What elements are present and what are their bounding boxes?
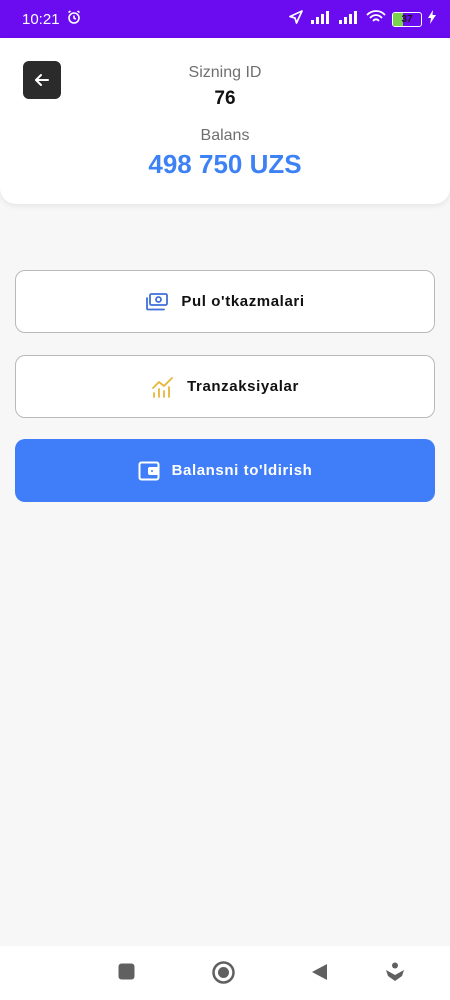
status-right: 37 [288,9,436,30]
user-id-value: 76 [214,88,236,109]
transfers-label: Pul o'tkazmalari [181,293,305,310]
battery-icon: 37 [392,11,422,27]
money-bills-icon [146,292,169,310]
triangle-back-icon [312,964,327,980]
status-time: 10:21 [22,10,60,28]
system-navigation-bar [0,946,450,1000]
status-bar: 10:21 37 [0,0,450,38]
chart-trend-icon [152,376,173,398]
balance-value: 498 750 UZS [148,149,302,179]
square-icon [118,963,135,980]
balance-label: Balans [200,127,250,144]
battery-level: 37 [401,13,413,25]
home-button[interactable] [212,961,235,984]
back-nav-button[interactable] [311,963,328,981]
signal-icon [310,10,332,29]
status-left: 10:21 [22,9,82,29]
wifi-icon [366,9,386,29]
assistant-button[interactable] [385,962,405,982]
circle-icon [212,961,235,984]
charging-icon [428,9,436,29]
alarm-icon [66,9,82,29]
transfers-button[interactable]: Pul o'tkazmalari [15,270,435,333]
user-id-label: Sizning ID [188,64,262,81]
assistant-icon [386,962,404,981]
wallet-icon [138,461,160,480]
recent-apps-button[interactable] [118,963,135,980]
signal-icon-secondary [338,10,360,29]
topup-balance-button[interactable]: Balansni to'ldirish [15,439,435,502]
transactions-button[interactable]: Tranzaksiyalar [15,355,435,418]
location-icon [288,9,304,30]
transactions-label: Tranzaksiyalar [187,378,299,395]
topup-label: Balansni to'ldirish [171,462,313,479]
balance-header-card: Sizning ID 76 Balans 498 750 UZS [0,38,450,204]
